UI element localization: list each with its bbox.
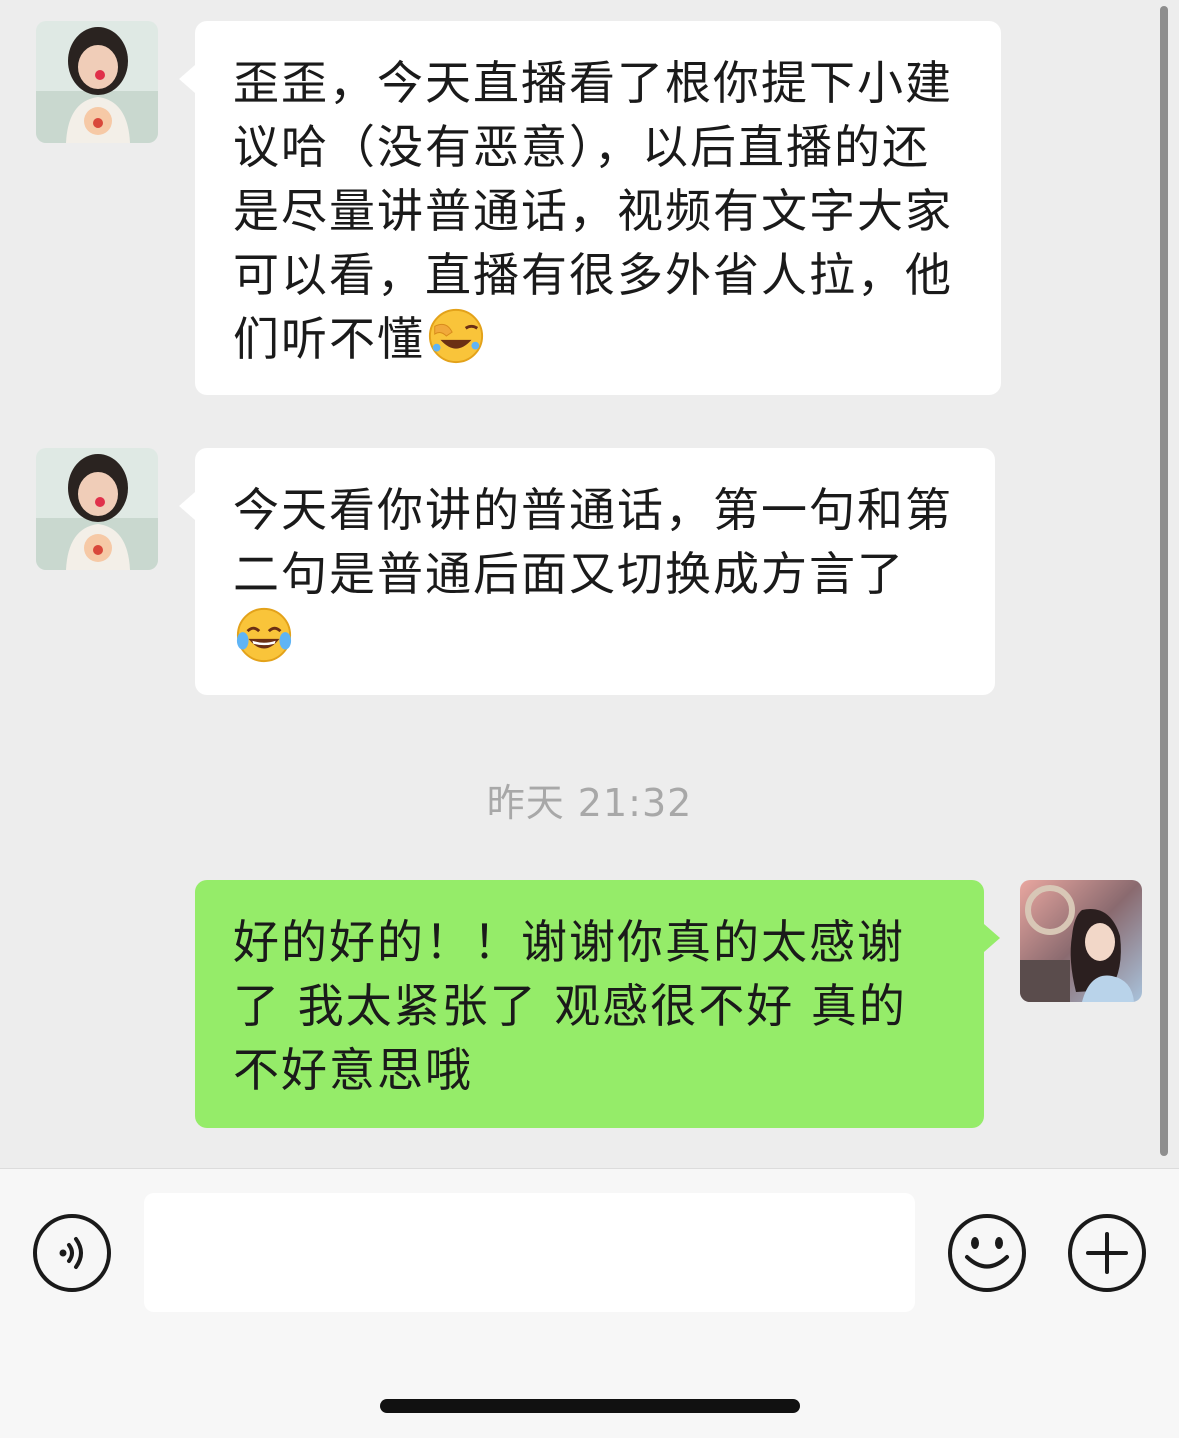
message-bubble-incoming[interactable]: 今天看你讲的普通话，第一句和第二句是普通后面又切换成方言了 <box>179 448 995 695</box>
timestamp: 昨天 21:32 <box>486 781 693 825</box>
message-text: 歪歪，今天直播看了根你提下小建议哈（没有恶意），以后直播的还是尽量讲普通话，视频… <box>233 56 953 366</box>
input-bar <box>0 1168 1179 1438</box>
voice-icon[interactable] <box>31 1212 113 1294</box>
contact-avatar[interactable] <box>36 448 158 570</box>
message-bubble-incoming[interactable]: 歪歪，今天直播看了根你提下小建议哈（没有恶意），以后直播的还是尽量讲普通话，视频… <box>179 21 1001 395</box>
plus-icon[interactable] <box>1066 1212 1148 1294</box>
home-indicator[interactable] <box>380 1399 800 1413</box>
chat-area: 歪歪，今天直播看了根你提下小建议哈（没有恶意），以后直播的还是尽量讲普通话，视频… <box>0 0 1179 1168</box>
message-bubble-outgoing[interactable]: 好的好的！！谢谢你真的太感谢了 我太紧张了 观感很不好 真的不好意思哦 <box>195 880 1000 1128</box>
contact-avatar[interactable] <box>36 21 158 143</box>
scrollbar[interactable] <box>1160 6 1168 1156</box>
message-text: 好的好的！！谢谢你真的太感谢了 我太紧张了 观感很不好 真的不好意思哦 <box>233 915 907 1097</box>
message-input[interactable] <box>144 1193 915 1312</box>
tears-of-joy-emoji <box>236 607 292 663</box>
facepalm-laughing-emoji <box>428 308 484 364</box>
my-avatar[interactable] <box>1020 880 1142 1002</box>
message-text: 今天看你讲的普通话，第一句和第二句是普通后面又切换成方言了 <box>233 483 953 601</box>
smiley-icon[interactable] <box>946 1212 1028 1294</box>
